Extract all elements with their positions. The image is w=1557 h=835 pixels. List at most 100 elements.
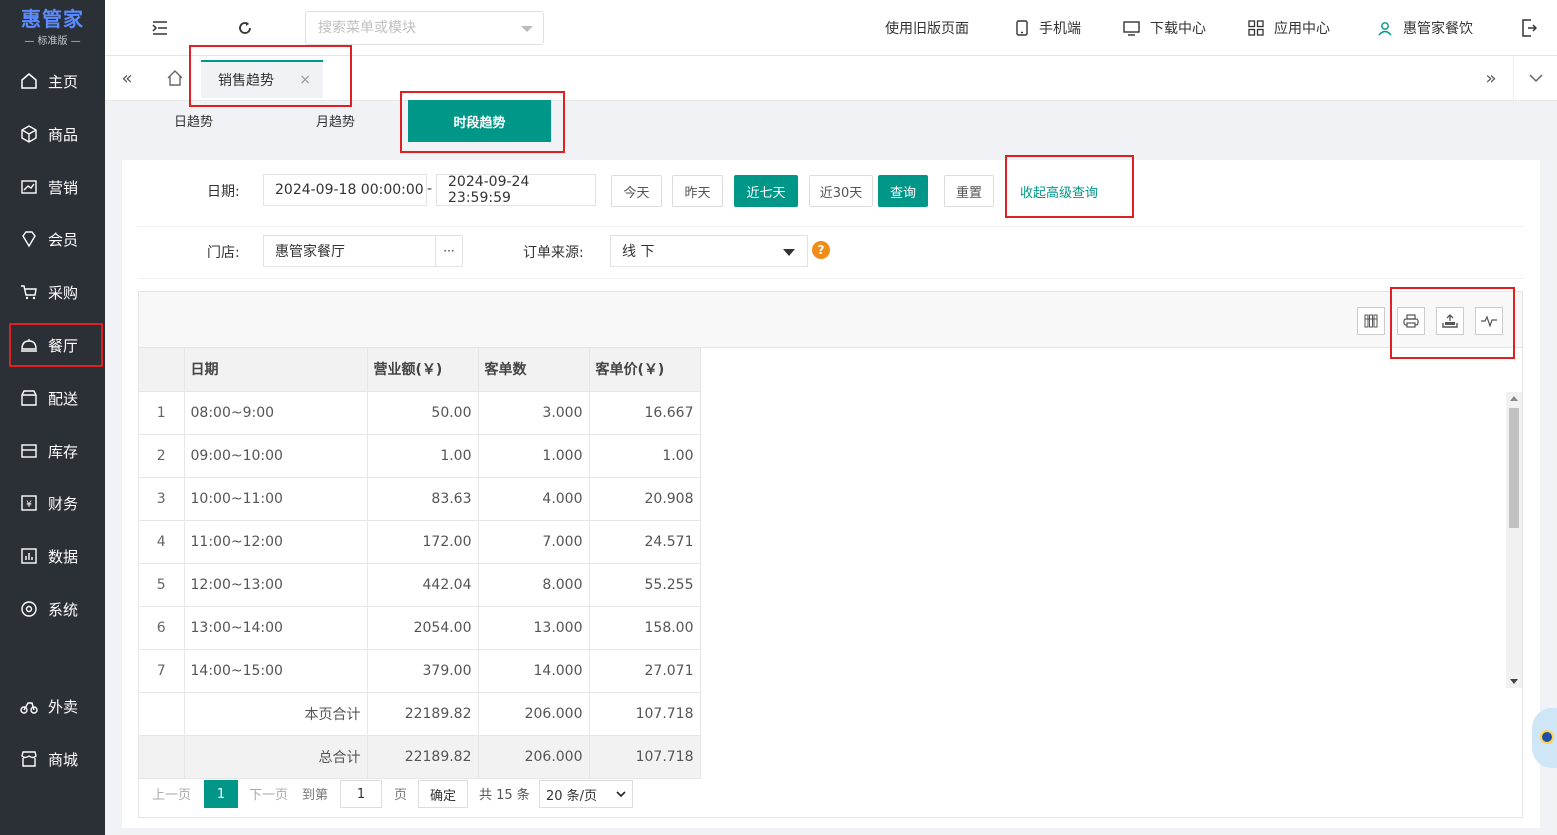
- report-table-panel: 日期 营业额(￥) 客单数 客单价(￥) 1 08:00~9:00 50.00 …: [138, 291, 1523, 818]
- reset-button[interactable]: 重置: [944, 175, 994, 207]
- query-button[interactable]: 查询: [878, 175, 928, 207]
- date-label: 日期:: [207, 184, 240, 200]
- scrollbar-thumb[interactable]: [1509, 408, 1519, 528]
- avg-price-cell: 55.255: [589, 563, 701, 607]
- data-icon: [20, 547, 38, 565]
- goto-confirm-button[interactable]: 确定: [418, 780, 468, 808]
- subtab-period-trend[interactable]: 时段趋势: [408, 100, 551, 142]
- store-input[interactable]: 惠管家餐厅: [263, 235, 436, 267]
- yesterday-button[interactable]: 昨天: [672, 175, 723, 207]
- settings-icon: [20, 600, 38, 618]
- assistant-widget[interactable]: [1532, 708, 1557, 768]
- mobile-link[interactable]: 手机端: [1015, 0, 1081, 56]
- chevron-down-icon[interactable]: [521, 26, 533, 32]
- trend-chart-icon[interactable]: [1475, 307, 1503, 335]
- table-row: 6 13:00~14:00 2054.00 13.000 158.00: [139, 606, 701, 650]
- subtab-month-trend[interactable]: 月趋势: [316, 111, 355, 130]
- revenue-cell: 2054.00: [367, 606, 479, 650]
- sidebar-item-members[interactable]: 会员: [0, 217, 105, 261]
- date-end-input[interactable]: 2024-09-24 23:59:59: [436, 174, 596, 206]
- orders-cell: 14.000: [478, 649, 590, 693]
- chart-icon: [20, 178, 38, 196]
- collapse-advanced-query-link[interactable]: 收起高级查询: [1020, 182, 1098, 201]
- tab-sales-trend[interactable]: 销售趋势 ×: [201, 60, 323, 98]
- column-header[interactable]: 营业额(￥): [367, 348, 479, 392]
- period-cell: 14:00~15:00: [184, 649, 368, 693]
- table-row: 2 09:00~10:00 1.00 1.000 1.00: [139, 434, 701, 478]
- report-table: 日期 营业额(￥) 客单数 客单价(￥) 1 08:00~9:00 50.00 …: [139, 348, 701, 779]
- menu-fold-icon[interactable]: [150, 18, 170, 38]
- row-index: 7: [139, 649, 185, 693]
- total-label: 本页合计: [184, 692, 368, 736]
- subtab-day-trend[interactable]: 日趋势: [174, 111, 213, 130]
- top-bar: 使用旧版页面 手机端 下载中心 应用中心 惠管家餐饮: [105, 0, 1557, 56]
- sidebar-item-restaurant[interactable]: 餐厅: [9, 323, 103, 367]
- sidebar-item-finance[interactable]: ¥ 财务: [0, 481, 105, 525]
- old-page-link[interactable]: 使用旧版页面: [885, 0, 969, 56]
- store-icon: [20, 389, 38, 407]
- sidebar-item-data[interactable]: 数据: [0, 534, 105, 578]
- sidebar-item-mall[interactable]: 商城: [0, 737, 105, 781]
- page-size-select[interactable]: 20 条/页: [539, 780, 633, 808]
- next-page-button[interactable]: 下一页: [249, 784, 288, 803]
- sidebar-item-products[interactable]: 商品: [0, 112, 105, 156]
- scroll-up-icon[interactable]: [1510, 396, 1518, 401]
- sidebar-item-marketing[interactable]: 营销: [0, 165, 105, 209]
- sidebar-item-inventory[interactable]: 库存: [0, 429, 105, 473]
- last-30-days-button[interactable]: 近30天: [809, 175, 873, 207]
- print-icon[interactable]: [1397, 307, 1425, 335]
- sidebar-item-delivery[interactable]: 配送: [0, 376, 105, 420]
- today-button[interactable]: 今天: [611, 175, 662, 207]
- tabs-scroll-right-icon[interactable]: »: [1469, 56, 1513, 100]
- sidebar-item-purchase[interactable]: 采购: [0, 270, 105, 314]
- sidebar-item-home[interactable]: 主页: [0, 59, 105, 103]
- scroll-down-icon[interactable]: [1510, 679, 1518, 684]
- store-picker-button[interactable]: ···: [435, 235, 463, 267]
- sidebar-item-takeaway[interactable]: 外卖: [0, 684, 105, 728]
- date-separator: -: [427, 181, 433, 197]
- download-center-link[interactable]: 下载中心: [1123, 0, 1206, 56]
- prev-page-button[interactable]: 上一页: [152, 784, 191, 803]
- column-header[interactable]: 客单数: [478, 348, 590, 392]
- orders-cell: 8.000: [478, 563, 590, 607]
- search-input[interactable]: [306, 12, 506, 44]
- finance-icon: ¥: [20, 494, 38, 512]
- user-menu[interactable]: 惠管家餐饮: [1377, 0, 1473, 56]
- brand-name: 惠管家: [21, 7, 84, 31]
- sidebar-item-label: 采购: [48, 283, 79, 302]
- app-center-link[interactable]: 应用中心: [1248, 0, 1330, 56]
- cart-icon: [20, 283, 38, 301]
- tab-label: 销售趋势: [218, 73, 274, 89]
- help-icon[interactable]: ?: [812, 241, 830, 259]
- export-icon[interactable]: [1436, 307, 1464, 335]
- tabs-scroll-left-icon[interactable]: «: [105, 56, 149, 100]
- avg-price-cell: 1.00: [589, 434, 701, 478]
- page-number-current[interactable]: 1: [204, 780, 238, 808]
- column-header[interactable]: 客单价(￥): [589, 348, 701, 392]
- home-tab-icon[interactable]: [153, 56, 197, 100]
- sidebar-item-system[interactable]: 系统: [0, 587, 105, 631]
- refresh-icon[interactable]: [235, 18, 255, 38]
- page-size-value: 20 条/页: [546, 788, 598, 804]
- close-icon[interactable]: ×: [299, 72, 311, 88]
- last-7-days-button[interactable]: 近七天: [734, 175, 798, 207]
- sidebar-item-label: 数据: [48, 547, 79, 566]
- logout-icon[interactable]: [1519, 18, 1539, 38]
- row-index: 3: [139, 477, 185, 521]
- row-index: 4: [139, 520, 185, 564]
- chevron-down-icon[interactable]: [1513, 56, 1557, 100]
- avg-price-cell: 16.667: [589, 391, 701, 435]
- shop-icon: [20, 750, 38, 768]
- revenue-cell: 379.00: [367, 649, 479, 693]
- date-start-input[interactable]: 2024-09-18 00:00:00: [263, 174, 427, 206]
- period-cell: 12:00~13:00: [184, 563, 368, 607]
- menu-search[interactable]: [305, 11, 544, 45]
- table-scrollbar[interactable]: [1506, 392, 1522, 688]
- column-header[interactable]: 日期: [184, 348, 368, 392]
- row-index: 5: [139, 563, 185, 607]
- columns-filter-icon[interactable]: [1357, 307, 1385, 335]
- order-source-select[interactable]: 线 下: [610, 235, 808, 267]
- diamond-icon: [20, 230, 38, 248]
- goto-page-input[interactable]: 1: [340, 780, 382, 808]
- row-index: 6: [139, 606, 185, 650]
